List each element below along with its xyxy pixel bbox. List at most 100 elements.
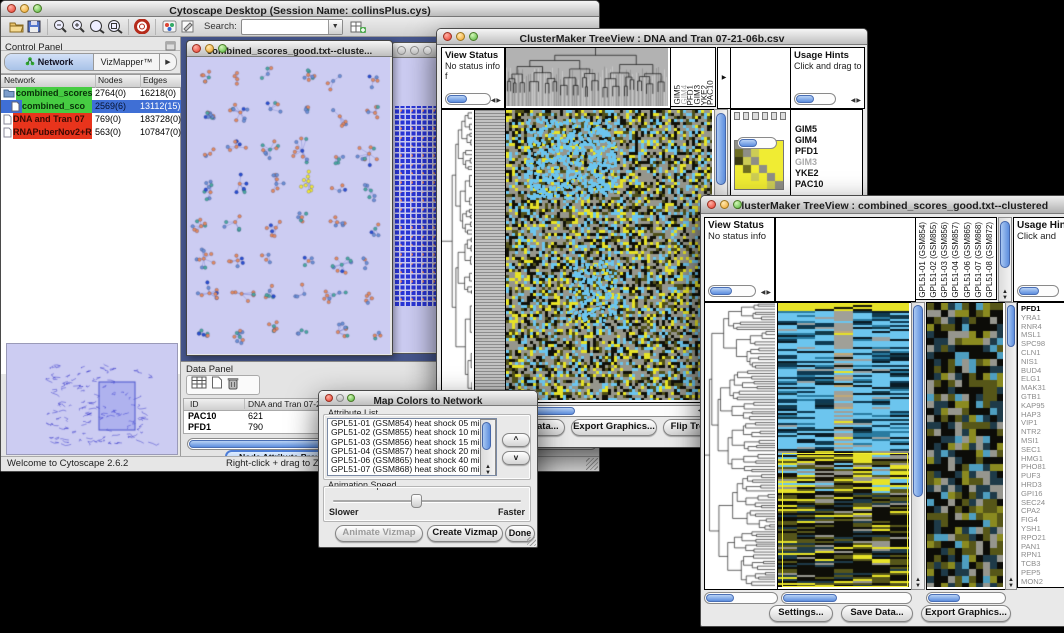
gene-label: MON2 <box>1021 578 1064 587</box>
column-labels-scrollbar[interactable]: ▲▼ <box>998 217 1012 302</box>
animate-vizmap-button[interactable]: Animate Vizmap <box>335 525 423 542</box>
treeview1-row-labels[interactable] <box>474 109 506 403</box>
toolbar-separator <box>128 19 129 35</box>
network-row-selected[interactable]: combined_sco 2569(6) 13112(15) <box>1 100 181 113</box>
speed-slider-track[interactable] <box>333 500 521 502</box>
minimize-button[interactable] <box>20 4 29 13</box>
zoom-button[interactable] <box>347 394 355 402</box>
help-lifesaver-icon[interactable] <box>133 18 151 36</box>
gene-label: GIM4 <box>795 135 862 146</box>
dendrogram-hscrollbar[interactable] <box>704 592 778 604</box>
treeview1-titlebar[interactable]: ClusterMaker TreeView : DNA and Tran 07-… <box>437 29 867 45</box>
zoom-button[interactable] <box>218 44 227 53</box>
close-button[interactable] <box>443 32 452 41</box>
attribute-list-scrollbar[interactable]: ▲▼ <box>480 419 496 476</box>
new-attribute-icon[interactable] <box>211 376 223 394</box>
column-label: GIM5 <box>673 85 680 105</box>
treeview2-column-tree[interactable] <box>775 217 916 302</box>
import-table-icon[interactable] <box>349 18 367 36</box>
network-row[interactable]: combined_scores 2764(0) 16218(0) <box>1 87 181 100</box>
close-button[interactable] <box>192 44 201 53</box>
usage-hints-scrollbar[interactable] <box>1017 285 1059 297</box>
gene-list-scrollbar[interactable]: ▲▼ <box>1005 302 1017 590</box>
birdseye-canvas[interactable] <box>7 344 175 452</box>
zoom-out-icon[interactable] <box>52 18 70 36</box>
minimize-button[interactable] <box>456 32 465 41</box>
column-scroll-strip[interactable]: ▶ <box>717 47 731 109</box>
zoom-button[interactable] <box>733 200 742 209</box>
export-graphics-button[interactable]: Export Graphics... <box>921 605 1011 622</box>
zoom-toolbar-icons[interactable] <box>731 110 790 122</box>
minimize-button[interactable] <box>410 46 419 55</box>
control-panel-title: Control Panel <box>1 42 63 53</box>
map-dialog-titlebar[interactable]: Map Colors to Network <box>319 391 537 406</box>
resize-grip[interactable] <box>586 458 598 470</box>
col-header-id[interactable]: ID <box>190 399 242 409</box>
view-status-scrollbar[interactable] <box>708 285 756 297</box>
treeview2-hscrollbar[interactable] <box>781 592 912 604</box>
zoom-button[interactable] <box>423 46 432 55</box>
tab-vizmapper[interactable]: VizMapper™ <box>94 54 159 70</box>
tab-network[interactable]: Network <box>5 54 94 70</box>
network-window-1-titlebar[interactable]: combined_scores_good.txt--cluste... <box>187 41 392 57</box>
zoom-selected-icon[interactable] <box>106 18 124 36</box>
search-input[interactable]: ▼ <box>241 19 343 35</box>
treeview1-heatmap[interactable] <box>505 109 715 403</box>
attribute-item[interactable]: GPL51-07 (GSM868) heat shock 60 min <box>328 465 496 474</box>
treeview2-heatmap[interactable] <box>777 302 912 590</box>
resize-grip[interactable] <box>527 537 536 546</box>
annotation-icon[interactable] <box>178 18 196 36</box>
treeview1-column-dendrogram[interactable] <box>505 47 671 109</box>
treeview2-detail-heatmap[interactable] <box>926 302 1006 590</box>
detail-hscrollbar[interactable] <box>926 592 1006 604</box>
treeview1-row-dendrogram[interactable] <box>441 109 475 403</box>
zoom-fit-icon[interactable] <box>88 18 106 36</box>
minimize-button[interactable] <box>205 44 214 53</box>
network-view-canvas[interactable] <box>187 57 390 354</box>
close-button[interactable] <box>707 200 716 209</box>
toolbar-separator <box>155 19 156 35</box>
close-button[interactable] <box>7 4 16 13</box>
close-button[interactable] <box>325 394 333 402</box>
settings-button[interactable]: Settings... <box>769 605 833 622</box>
delete-attribute-icon[interactable] <box>227 376 239 395</box>
speed-slider-thumb[interactable] <box>411 494 422 508</box>
treeview2-window: ClusterMaker TreeView : combined_scores_… <box>700 195 1064 627</box>
treeview2-titlebar[interactable]: ClusterMaker TreeView : combined_scores_… <box>701 196 1064 214</box>
network-row[interactable]: DNA and Tran 07 769(0) 183728(0) <box>1 113 181 126</box>
move-up-button[interactable]: ^ <box>502 433 530 447</box>
zoom-button[interactable] <box>33 4 42 13</box>
minimize-button[interactable] <box>336 394 344 402</box>
tab-overflow-button[interactable]: ▶ <box>159 54 176 70</box>
slower-label: Slower <box>329 507 359 517</box>
gene-label: PFD1 <box>795 146 862 157</box>
close-button[interactable] <box>397 46 406 55</box>
network-row[interactable]: RNAPuberNov2+R 563(0) 107847(0) <box>1 126 181 139</box>
save-data-button[interactable]: Save Data... <box>841 605 913 622</box>
usage-hints-scrollbar[interactable] <box>794 93 836 105</box>
gene-label: YKE2 <box>795 168 862 179</box>
column-label: GPL51-07 (GSM868) <box>974 222 983 298</box>
treeview2-row-dendrogram[interactable] <box>704 302 778 590</box>
zoom-scrollbar[interactable] <box>737 137 777 149</box>
network-window-1-title: combined_scores_good.txt--cluste... <box>207 46 372 57</box>
export-graphics-button[interactable]: Export Graphics... <box>571 419 657 436</box>
open-file-button[interactable] <box>7 18 25 36</box>
create-vizmap-button[interactable]: Create Vizmap <box>427 525 503 542</box>
vizmapper-icon[interactable] <box>160 18 178 36</box>
zoom-in-icon[interactable] <box>70 18 88 36</box>
zoom-button[interactable] <box>469 32 478 41</box>
search-dropdown-arrow[interactable]: ▼ <box>328 20 342 34</box>
attribute-table-icon[interactable] <box>191 376 207 394</box>
minimize-button[interactable] <box>720 200 729 209</box>
column-label: GPL51-08 (GSM872) <box>985 222 994 298</box>
main-titlebar[interactable]: Cytoscape Desktop (Session Name: collins… <box>1 1 599 17</box>
save-button[interactable] <box>25 18 43 36</box>
view-status-scrollbar[interactable] <box>445 93 491 105</box>
birdseye-view[interactable] <box>6 343 178 455</box>
dense-network-grid[interactable] <box>395 106 441 306</box>
move-down-button[interactable]: v <box>502 451 530 465</box>
treeview2-vscrollbar[interactable]: ▲▼ <box>911 302 925 590</box>
heatmap-selection-rect <box>782 453 908 587</box>
treeview2-gene-labels: PFD1YRA1RNR4MSL1SPC98CLN1NIS1BUD4ELG1MAK… <box>1017 302 1064 588</box>
